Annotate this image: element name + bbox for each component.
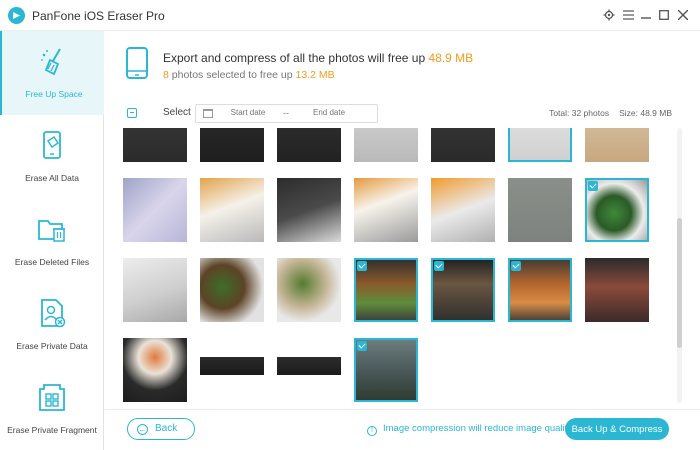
selected-free-size: 13.2 MB	[295, 69, 335, 81]
backup-compress-button[interactable]: Back Up & Compress	[565, 418, 669, 440]
sidebar: Free Up Space Erase All Data Erase Delet…	[0, 31, 104, 450]
photo-thumbnail[interactable]	[585, 178, 649, 242]
photo-thumbnail[interactable]	[354, 258, 418, 322]
sidebar-item-free-up-space[interactable]: Free Up Space	[0, 31, 104, 115]
photo-thumbnail[interactable]	[585, 128, 649, 162]
date-range-picker[interactable]: --	[195, 104, 378, 123]
fragment-icon	[39, 384, 65, 411]
photo-thumbnail[interactable]	[431, 178, 495, 242]
headline-text: Export and compress of all the photos wi…	[163, 51, 429, 65]
selection-text: photos selected to free up	[168, 69, 296, 81]
photo-thumbnail[interactable]	[585, 258, 649, 322]
sidebar-item-label: Erase Private Fragment	[7, 425, 97, 435]
total-count: Total: 32 photos	[549, 108, 610, 118]
photo-thumbnail[interactable]	[277, 338, 341, 402]
phone-icon	[126, 47, 148, 79]
menu-icon[interactable]	[619, 6, 637, 24]
total-free-size: 48.9 MB	[428, 51, 474, 65]
photo-thumbnail[interactable]	[508, 128, 572, 162]
photo-thumbnail[interactable]	[123, 258, 187, 322]
sidebar-item-label: Erase Deleted Files	[14, 257, 90, 267]
photo-totals: Total: 32 photos Size: 48.9 MB	[539, 108, 672, 118]
scrollbar[interactable]	[677, 128, 682, 403]
minimize-icon[interactable]	[637, 6, 655, 24]
photo-thumbnail[interactable]	[123, 338, 187, 402]
selection-summary: 8 photos selected to free up 13.2 MB	[163, 69, 335, 81]
sidebar-item-erase-private-fragment[interactable]: Erase Private Fragment	[0, 367, 104, 450]
end-date-input[interactable]	[299, 108, 359, 117]
select-label: Select	[163, 107, 191, 118]
photo-thumbnail[interactable]	[354, 338, 418, 402]
photo-thumbnail[interactable]	[200, 128, 264, 162]
back-button-label: Back	[155, 423, 178, 434]
sidebar-item-label: Free Up Space	[25, 89, 83, 99]
photo-thumbnail[interactable]	[200, 178, 264, 242]
back-arrow-icon: ←	[137, 424, 148, 435]
selected-check-icon[interactable]	[588, 181, 598, 191]
photo-thumbnail[interactable]	[508, 258, 572, 322]
filter-bar: Select -- Total: 32 photos Size: 48.9 MB	[105, 103, 700, 125]
photo-thumbnail[interactable]	[354, 178, 418, 242]
main-panel: Export and compress of all the photos wi…	[105, 31, 700, 450]
photo-thumbnail[interactable]	[277, 128, 341, 162]
selected-check-icon[interactable]	[434, 261, 444, 271]
start-date-input[interactable]	[218, 108, 278, 117]
close-icon[interactable]	[674, 6, 692, 24]
sidebar-item-erase-private-data[interactable]: Erase Private Data	[0, 283, 104, 367]
photo-grid	[123, 128, 668, 403]
folder-trash-icon	[38, 220, 65, 242]
photo-thumbnail[interactable]	[431, 258, 495, 322]
sidebar-item-erase-all-data[interactable]: Erase All Data	[0, 115, 104, 199]
selected-check-icon[interactable]	[511, 261, 521, 271]
total-size: Size: 48.9 MB	[619, 108, 672, 118]
photo-thumbnail[interactable]	[200, 338, 264, 402]
select-all-checkbox[interactable]	[127, 108, 137, 118]
compression-note: ! Image compression will reduce image qua…	[367, 423, 572, 436]
photo-thumbnail[interactable]	[277, 258, 341, 322]
date-separator: --	[283, 108, 289, 118]
selected-check-icon[interactable]	[357, 261, 367, 271]
title-bar: PanFone iOS Eraser Pro	[0, 0, 700, 31]
app-title: PanFone iOS Eraser Pro	[32, 9, 165, 23]
photo-thumbnail[interactable]	[277, 178, 341, 242]
footer: ← Back ! Image compression will reduce im…	[105, 409, 700, 450]
photo-thumbnail[interactable]	[200, 258, 264, 322]
maximize-icon[interactable]	[655, 6, 673, 24]
app-logo-icon	[8, 7, 25, 24]
broom-icon	[41, 48, 61, 76]
sidebar-item-erase-deleted-files[interactable]: Erase Deleted Files	[0, 199, 104, 283]
gear-icon[interactable]	[600, 6, 618, 24]
photo-thumbnail[interactable]	[354, 128, 418, 162]
calendar-icon	[203, 109, 213, 118]
private-file-icon	[41, 299, 66, 328]
sidebar-item-label: Erase Private Data	[16, 341, 88, 351]
scroll-thumb[interactable]	[677, 218, 682, 348]
photo-thumbnail[interactable]	[508, 178, 572, 242]
back-button[interactable]: ← Back	[127, 418, 195, 440]
headline: Export and compress of all the photos wi…	[163, 51, 473, 65]
photo-thumbnail[interactable]	[123, 128, 187, 162]
photo-thumbnail[interactable]	[123, 178, 187, 242]
compression-note-text: Image compression will reduce image qual…	[383, 423, 573, 434]
phone-erase-icon	[43, 131, 61, 159]
selected-check-icon[interactable]	[357, 341, 367, 351]
sidebar-item-label: Erase All Data	[25, 173, 79, 183]
info-icon: !	[367, 426, 377, 436]
photo-thumbnail[interactable]	[431, 128, 495, 162]
